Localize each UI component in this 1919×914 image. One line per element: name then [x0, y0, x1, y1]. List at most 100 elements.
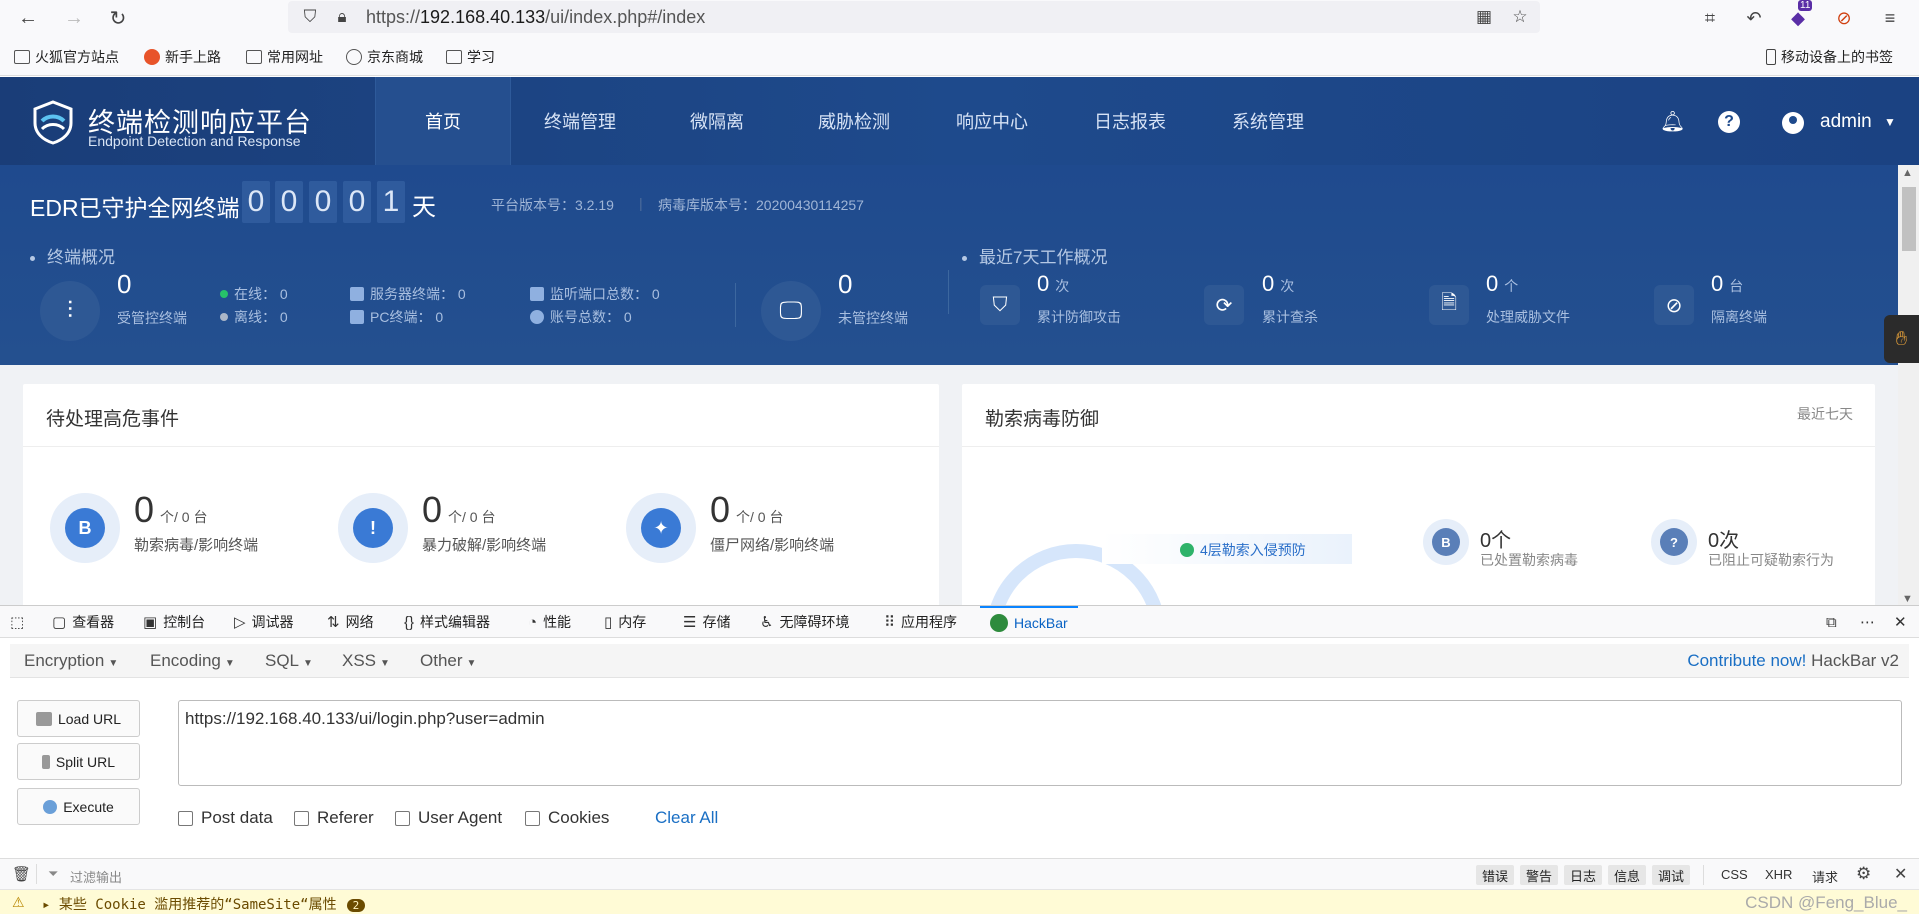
tab-style-editor[interactable]: {} 样式编辑器: [404, 606, 490, 638]
back-arrow-icon[interactable]: ←: [14, 4, 42, 32]
bookmark-item[interactable]: 火狐官方站点: [14, 47, 119, 67]
tab-hackbar[interactable]: HackBar: [980, 606, 1078, 638]
handled-count: 0个: [1480, 530, 1512, 552]
bookmark-item[interactable]: 新手上路: [144, 47, 221, 67]
week-heading: 最近7天工作概况: [962, 243, 1107, 268]
clear-all-link[interactable]: Clear All: [655, 808, 718, 828]
tab-console[interactable]: ▣ 控制台: [143, 606, 205, 638]
help-icon[interactable]: ?: [1718, 111, 1740, 133]
hamburger-menu-icon[interactable]: ≡: [1876, 4, 1904, 32]
shield-icon[interactable]: ⛉: [298, 5, 322, 29]
menu-home[interactable]: 首页: [375, 77, 511, 165]
split-url-button[interactable]: Split URL: [17, 743, 140, 780]
unmanaged-count: 0: [838, 269, 853, 299]
memory-icon: ▯: [604, 614, 613, 631]
filter-css[interactable]: CSS: [1721, 867, 1748, 882]
week-stat-count: 0次: [1262, 271, 1295, 296]
menu-other[interactable]: Other ▼: [420, 651, 476, 671]
menu-encryption[interactable]: Encryption ▼: [24, 651, 118, 671]
user-agent-checkbox[interactable]: User Agent: [395, 808, 502, 828]
close-icon[interactable]: ✕: [1894, 864, 1907, 884]
scroll-down-icon[interactable]: ▼: [1902, 593, 1913, 605]
menu-micro-isolation[interactable]: 微隔离: [649, 77, 785, 165]
forward-arrow-icon[interactable]: →: [60, 4, 88, 32]
menu-response-center[interactable]: 响应中心: [923, 77, 1061, 165]
equalizer-icon: ⫶: [40, 281, 100, 341]
tab-network[interactable]: ⇅ 网络: [327, 606, 374, 638]
filter-errors[interactable]: 错误: [1476, 865, 1515, 885]
menu-threat-detection[interactable]: 威胁检测: [785, 77, 923, 165]
filter-requests[interactable]: 请求: [1812, 867, 1838, 886]
tab-accessibility[interactable]: ♿︎ 无障碍环境: [760, 606, 849, 638]
filter-info[interactable]: 信息: [1608, 865, 1647, 885]
post-data-checkbox[interactable]: Post data: [178, 808, 273, 828]
avatar[interactable]: [1782, 112, 1804, 134]
crop-icon[interactable]: ⌗: [1696, 4, 1724, 32]
menu-xss[interactable]: XSS ▼: [342, 651, 390, 671]
extension-icon[interactable]: ◆ 11: [1784, 0, 1813, 32]
managed-label: 受管控终端: [117, 310, 187, 326]
filter-debug[interactable]: 调试: [1652, 865, 1691, 885]
dock-side-icon[interactable]: ⧉: [1826, 606, 1837, 638]
address-bar[interactable]: ⛉ 🔒︎ https://192.168.40.133/ui/index.php…: [288, 1, 1540, 33]
console-warning-row[interactable]: ⚠ ▸ 某些 Cookie 滥用推荐的“SameSite“属性 2 CSDN @F…: [0, 890, 1919, 914]
mobile-bookmarks[interactable]: 移动设备上的书签: [1766, 47, 1893, 67]
reload-icon[interactable]: ↻: [104, 4, 132, 32]
event-count[interactable]: 0 个/ 0 台: [422, 489, 496, 531]
menu-system-management[interactable]: 系统管理: [1199, 77, 1337, 165]
load-url-button[interactable]: Load URL: [17, 700, 140, 737]
filter-xhr[interactable]: XHR: [1765, 867, 1792, 882]
filter-warnings[interactable]: 警告: [1520, 865, 1559, 885]
caret-down-icon: ▼: [303, 658, 313, 669]
trash-icon[interactable]: 🗑︎: [12, 865, 31, 883]
qr-code-icon[interactable]: ▦: [1472, 5, 1496, 29]
close-icon[interactable]: ✕: [1894, 606, 1907, 638]
pc-icon: [350, 310, 364, 324]
menu-encoding[interactable]: Encoding ▼: [150, 651, 235, 671]
bookmark-item[interactable]: 常用网址: [246, 47, 323, 67]
tab-application[interactable]: ⠿ 应用程序: [884, 606, 957, 638]
layer-icon: [1180, 543, 1194, 557]
referer-checkbox[interactable]: Referer: [294, 808, 374, 828]
tab-inspector[interactable]: ▢ 查看器: [52, 606, 114, 638]
lock-icon[interactable]: 🔒︎: [330, 5, 354, 29]
menu-sql[interactable]: SQL ▼: [265, 651, 313, 671]
extension-badge: 11: [1798, 0, 1813, 11]
contribute-link[interactable]: Contribute now!: [1687, 651, 1806, 670]
bookmark-item[interactable]: 学习: [446, 47, 495, 67]
side-drawer-tab[interactable]: ✋︎: [1884, 315, 1919, 363]
tab-performance[interactable]: ◔ 性能: [528, 606, 571, 638]
more-options-icon[interactable]: ⋯: [1860, 606, 1875, 638]
layer-link[interactable]: 4层勒索入侵预防: [1180, 540, 1306, 560]
menu-endpoint-management[interactable]: 终端管理: [511, 77, 649, 165]
block-icon[interactable]: ⊘: [1830, 4, 1858, 32]
version-divider: |: [639, 195, 643, 211]
console-filter-input[interactable]: 过滤输出: [70, 867, 122, 886]
bookmark-item[interactable]: 京东商城: [346, 47, 423, 67]
menu-log-reports[interactable]: 日志报表: [1061, 77, 1199, 165]
scroll-up-icon[interactable]: ▲: [1902, 167, 1913, 179]
bookmark-star-icon[interactable]: ☆: [1508, 5, 1532, 29]
chevron-down-icon[interactable]: ▼: [1884, 115, 1896, 129]
warning-count-badge: 2: [346, 899, 366, 912]
undo-icon[interactable]: ↶: [1740, 4, 1768, 32]
execute-button[interactable]: Execute: [17, 788, 140, 825]
event-count[interactable]: 0 个/ 0 台: [710, 489, 784, 531]
tab-memory[interactable]: ▯ 内存: [604, 606, 646, 638]
cookies-checkbox[interactable]: Cookies: [525, 808, 609, 828]
username[interactable]: admin: [1820, 111, 1872, 133]
filter-logs[interactable]: 日志: [1564, 865, 1603, 885]
divider: [735, 283, 736, 327]
load-icon: [35, 711, 52, 726]
gear-icon[interactable]: ⚙: [1856, 864, 1871, 884]
scroll-thumb[interactable]: [1902, 187, 1916, 251]
element-picker-icon[interactable]: ⬚: [10, 606, 24, 638]
hackbar-url-input[interactable]: https://192.168.40.133/ui/login.php?user…: [178, 700, 1902, 786]
caret-down-icon: ▼: [380, 658, 390, 669]
tab-storage[interactable]: ☰ 存储: [683, 606, 730, 638]
bell-icon[interactable]: 🔔︎: [1660, 109, 1685, 134]
platform-version: 平台版本号：3.2.19: [491, 197, 614, 213]
event-count[interactable]: 0 个/ 0 台: [134, 489, 208, 531]
tab-debugger[interactable]: ▷ 调试器: [234, 606, 294, 638]
url-text[interactable]: https://192.168.40.133/ui/index.php#/ind…: [366, 7, 705, 28]
